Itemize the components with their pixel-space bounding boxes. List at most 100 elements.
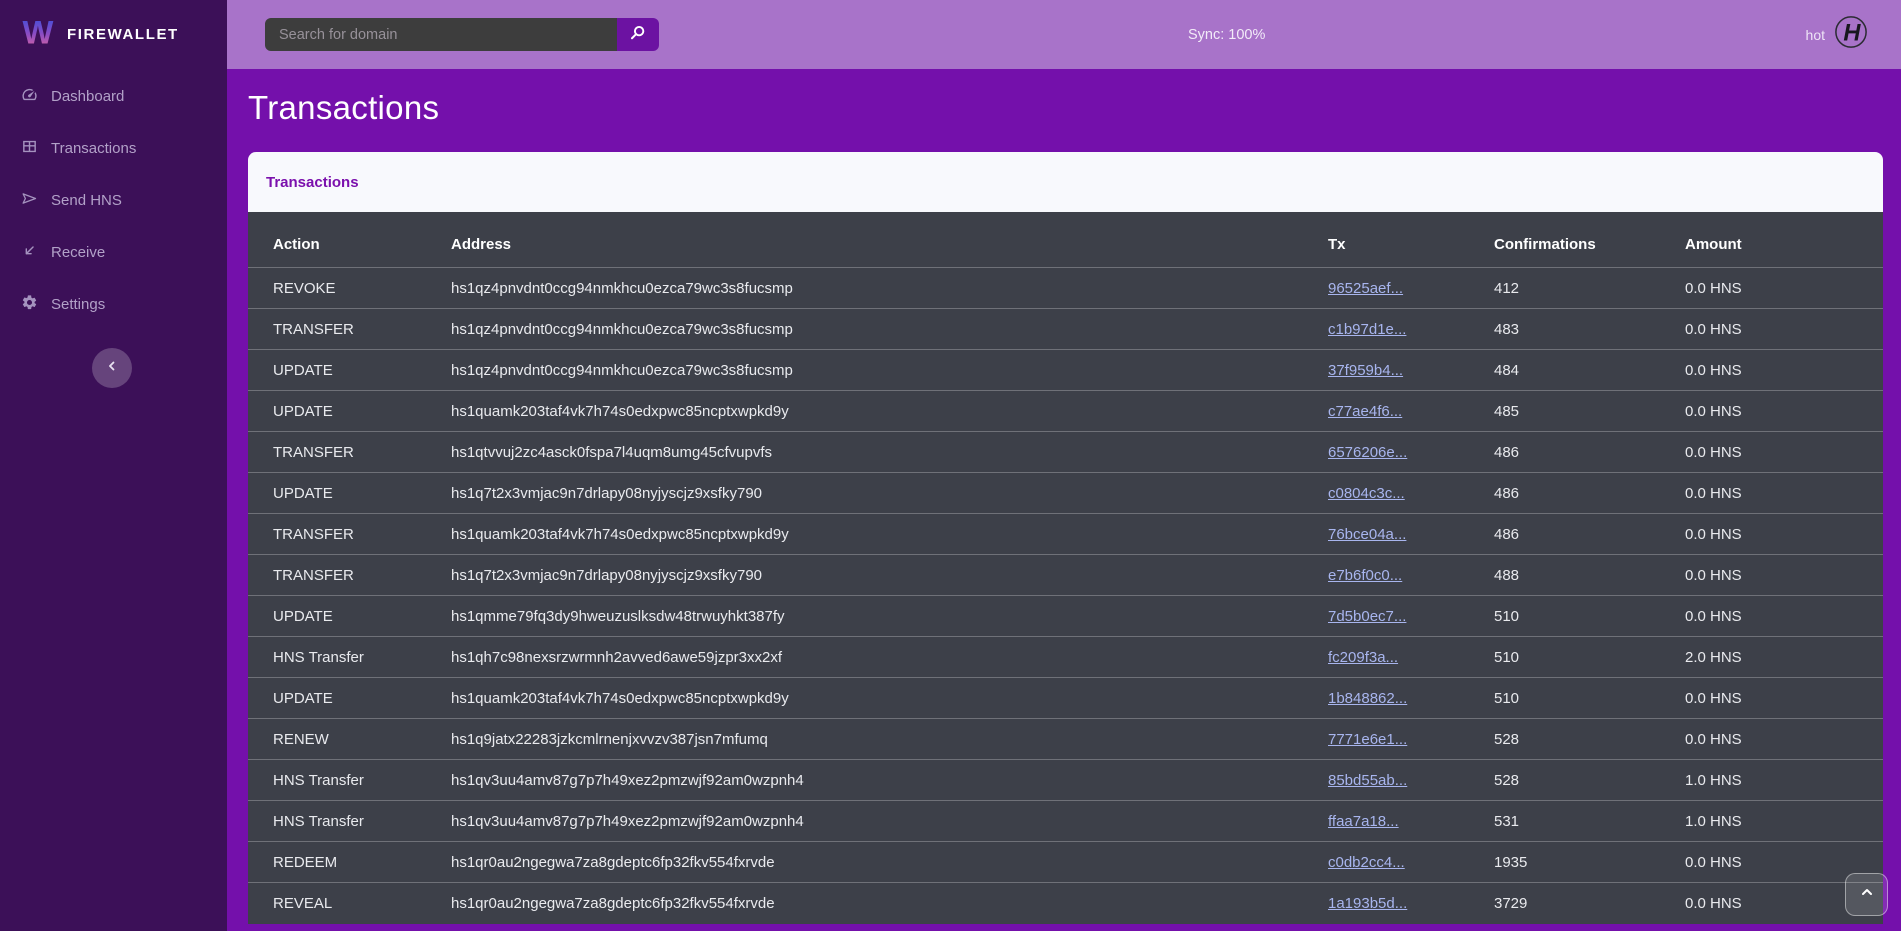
- tx-link[interactable]: 76bce04a...: [1328, 526, 1406, 543]
- address-cell: hs1qtvvuj2zc4asck0fspa7l4uqm8umg45cfvupv…: [451, 432, 1328, 473]
- address-cell: hs1qv3uu4amv87g7p7h49xez2pmzwjf92am0wzpn…: [451, 760, 1328, 801]
- address-cell: hs1qr0au2ngegwa7za8gdeptc6fp32fkv554fxrv…: [451, 883, 1328, 924]
- amount-cell: 0.0 HNS: [1685, 596, 1883, 637]
- amount-cell: 0.0 HNS: [1685, 432, 1883, 473]
- action-cell: REDEEM: [248, 842, 451, 883]
- tx-link[interactable]: 85bd55ab...: [1328, 772, 1407, 789]
- confirmations-cell: 484: [1494, 350, 1685, 391]
- page-title: Transactions: [248, 89, 1883, 127]
- tx-link[interactable]: 1b848862...: [1328, 690, 1407, 707]
- address-cell: hs1qv3uu4amv87g7p7h49xez2pmzwjf92am0wzpn…: [451, 801, 1328, 842]
- table-row: HNS Transfer hs1qv3uu4amv87g7p7h49xez2pm…: [248, 801, 1883, 842]
- action-cell: UPDATE: [248, 678, 451, 719]
- tx-link[interactable]: 37f959b4...: [1328, 362, 1403, 379]
- domain-search: [265, 18, 659, 51]
- topbar: Sync: 100% hot H: [227, 0, 1901, 69]
- tx-link[interactable]: 7771e6e1...: [1328, 731, 1407, 748]
- tx-link[interactable]: c0db2cc4...: [1328, 854, 1405, 871]
- action-cell: HNS Transfer: [248, 637, 451, 678]
- action-cell: TRANSFER: [248, 514, 451, 555]
- action-cell: RENEW: [248, 719, 451, 760]
- table-row: HNS Transfer hs1qv3uu4amv87g7p7h49xez2pm…: [248, 760, 1883, 801]
- action-cell: TRANSFER: [248, 309, 451, 350]
- app-window: W FIREWALLET Dashboard Transactions: [0, 0, 1901, 931]
- table-icon: [21, 138, 38, 159]
- address-cell: hs1quamk203taf4vk7h74s0edxpwc85ncptxwpkd…: [451, 391, 1328, 432]
- action-cell: UPDATE: [248, 350, 451, 391]
- confirmations-cell: 486: [1494, 432, 1685, 473]
- amount-cell: 0.0 HNS: [1685, 678, 1883, 719]
- brand-logo[interactable]: W FIREWALLET: [0, 0, 227, 57]
- tx-link[interactable]: 1a193b5d...: [1328, 895, 1407, 912]
- search-input[interactable]: [265, 18, 617, 51]
- sync-status: Sync: 100%: [1188, 27, 1265, 43]
- amount-cell: 0.0 HNS: [1685, 719, 1883, 760]
- column-header-address: Address: [451, 212, 1328, 268]
- amount-cell: 0.0 HNS: [1685, 555, 1883, 596]
- action-cell: UPDATE: [248, 596, 451, 637]
- sidebar-nav: Dashboard Transactions Send HNS Receive: [0, 70, 227, 330]
- table-row: TRANSFER hs1q7t2x3vmjac9n7drlapy08nyjysc…: [248, 555, 1883, 596]
- amount-cell: 0.0 HNS: [1685, 391, 1883, 432]
- wallet-selector[interactable]: hot H: [1806, 15, 1868, 54]
- column-header-tx: Tx: [1328, 212, 1494, 268]
- main-column: Sync: 100% hot H Transactions Transactio…: [227, 0, 1901, 931]
- confirmations-cell: 486: [1494, 473, 1685, 514]
- action-cell: UPDATE: [248, 391, 451, 432]
- svg-text:H: H: [1843, 21, 1861, 47]
- tx-link[interactable]: 7d5b0ec7...: [1328, 608, 1406, 625]
- tx-link[interactable]: e7b6f0c0...: [1328, 567, 1402, 584]
- sidebar-item-receive[interactable]: Receive: [0, 226, 227, 278]
- confirmations-cell: 510: [1494, 596, 1685, 637]
- amount-cell: 1.0 HNS: [1685, 801, 1883, 842]
- confirmations-cell: 528: [1494, 719, 1685, 760]
- confirmations-cell: 528: [1494, 760, 1685, 801]
- table-row: RENEW hs1q9jatx22283jzkcmlrnenjxvvzv387j…: [248, 719, 1883, 760]
- search-button[interactable]: [617, 18, 659, 51]
- table-row: UPDATE hs1q7t2x3vmjac9n7drlapy08nyjyscjz…: [248, 473, 1883, 514]
- sidebar-item-label: Transactions: [51, 140, 136, 157]
- confirmations-cell: 510: [1494, 637, 1685, 678]
- sidebar-collapse-button[interactable]: [92, 348, 132, 388]
- amount-cell: 0.0 HNS: [1685, 268, 1883, 309]
- confirmations-cell: 483: [1494, 309, 1685, 350]
- chevron-left-icon: [105, 359, 119, 378]
- column-header-confirmations: Confirmations: [1494, 212, 1685, 268]
- table-row: UPDATE hs1quamk203taf4vk7h74s0edxpwc85nc…: [248, 678, 1883, 719]
- search-icon: [629, 24, 647, 45]
- table-row: HNS Transfer hs1qh7c98nexsrzwrmnh2avved6…: [248, 637, 1883, 678]
- sidebar-item-dashboard[interactable]: Dashboard: [0, 70, 227, 122]
- table-row: REVOKE hs1qz4pnvdnt0ccg94nmkhcu0ezca79wc…: [248, 268, 1883, 309]
- tx-link[interactable]: c1b97d1e...: [1328, 321, 1406, 338]
- tx-link[interactable]: fc209f3a...: [1328, 649, 1398, 666]
- sidebar-item-settings[interactable]: Settings: [0, 278, 227, 330]
- tx-link[interactable]: ffaa7a18...: [1328, 813, 1399, 830]
- action-cell: REVEAL: [248, 883, 451, 924]
- tx-link[interactable]: 96525aef...: [1328, 280, 1403, 297]
- receive-arrow-icon: [21, 242, 38, 263]
- transactions-table: Action Address Tx Confirmations Amount R…: [248, 212, 1883, 924]
- tx-link[interactable]: 6576206e...: [1328, 444, 1407, 461]
- table-row: REDEEM hs1qr0au2ngegwa7za8gdeptc6fp32fkv…: [248, 842, 1883, 883]
- transactions-card: Transactions Action Address Tx Confirmat…: [248, 152, 1883, 924]
- amount-cell: 2.0 HNS: [1685, 637, 1883, 678]
- sidebar-item-send-hns[interactable]: Send HNS: [0, 174, 227, 226]
- tx-link[interactable]: c0804c3c...: [1328, 485, 1405, 502]
- tx-link[interactable]: c77ae4f6...: [1328, 403, 1402, 420]
- handshake-logo-icon: H: [1834, 15, 1868, 54]
- confirmations-cell: 412: [1494, 268, 1685, 309]
- amount-cell: 0.0 HNS: [1685, 309, 1883, 350]
- brand-name: FIREWALLET: [67, 26, 179, 43]
- card-title: Transactions: [248, 152, 1883, 212]
- transactions-tbody: REVOKE hs1qz4pnvdnt0ccg94nmkhcu0ezca79wc…: [248, 268, 1883, 924]
- sidebar-item-label: Send HNS: [51, 192, 122, 209]
- amount-cell: 1.0 HNS: [1685, 760, 1883, 801]
- sidebar-item-label: Dashboard: [51, 88, 124, 105]
- sidebar-item-label: Receive: [51, 244, 105, 261]
- sidebar-item-transactions[interactable]: Transactions: [0, 122, 227, 174]
- address-cell: hs1qr0au2ngegwa7za8gdeptc6fp32fkv554fxrv…: [451, 842, 1328, 883]
- gauge-icon: [21, 86, 38, 107]
- scroll-to-top-button[interactable]: [1845, 873, 1888, 916]
- gear-icon: [21, 294, 38, 315]
- confirmations-cell: 510: [1494, 678, 1685, 719]
